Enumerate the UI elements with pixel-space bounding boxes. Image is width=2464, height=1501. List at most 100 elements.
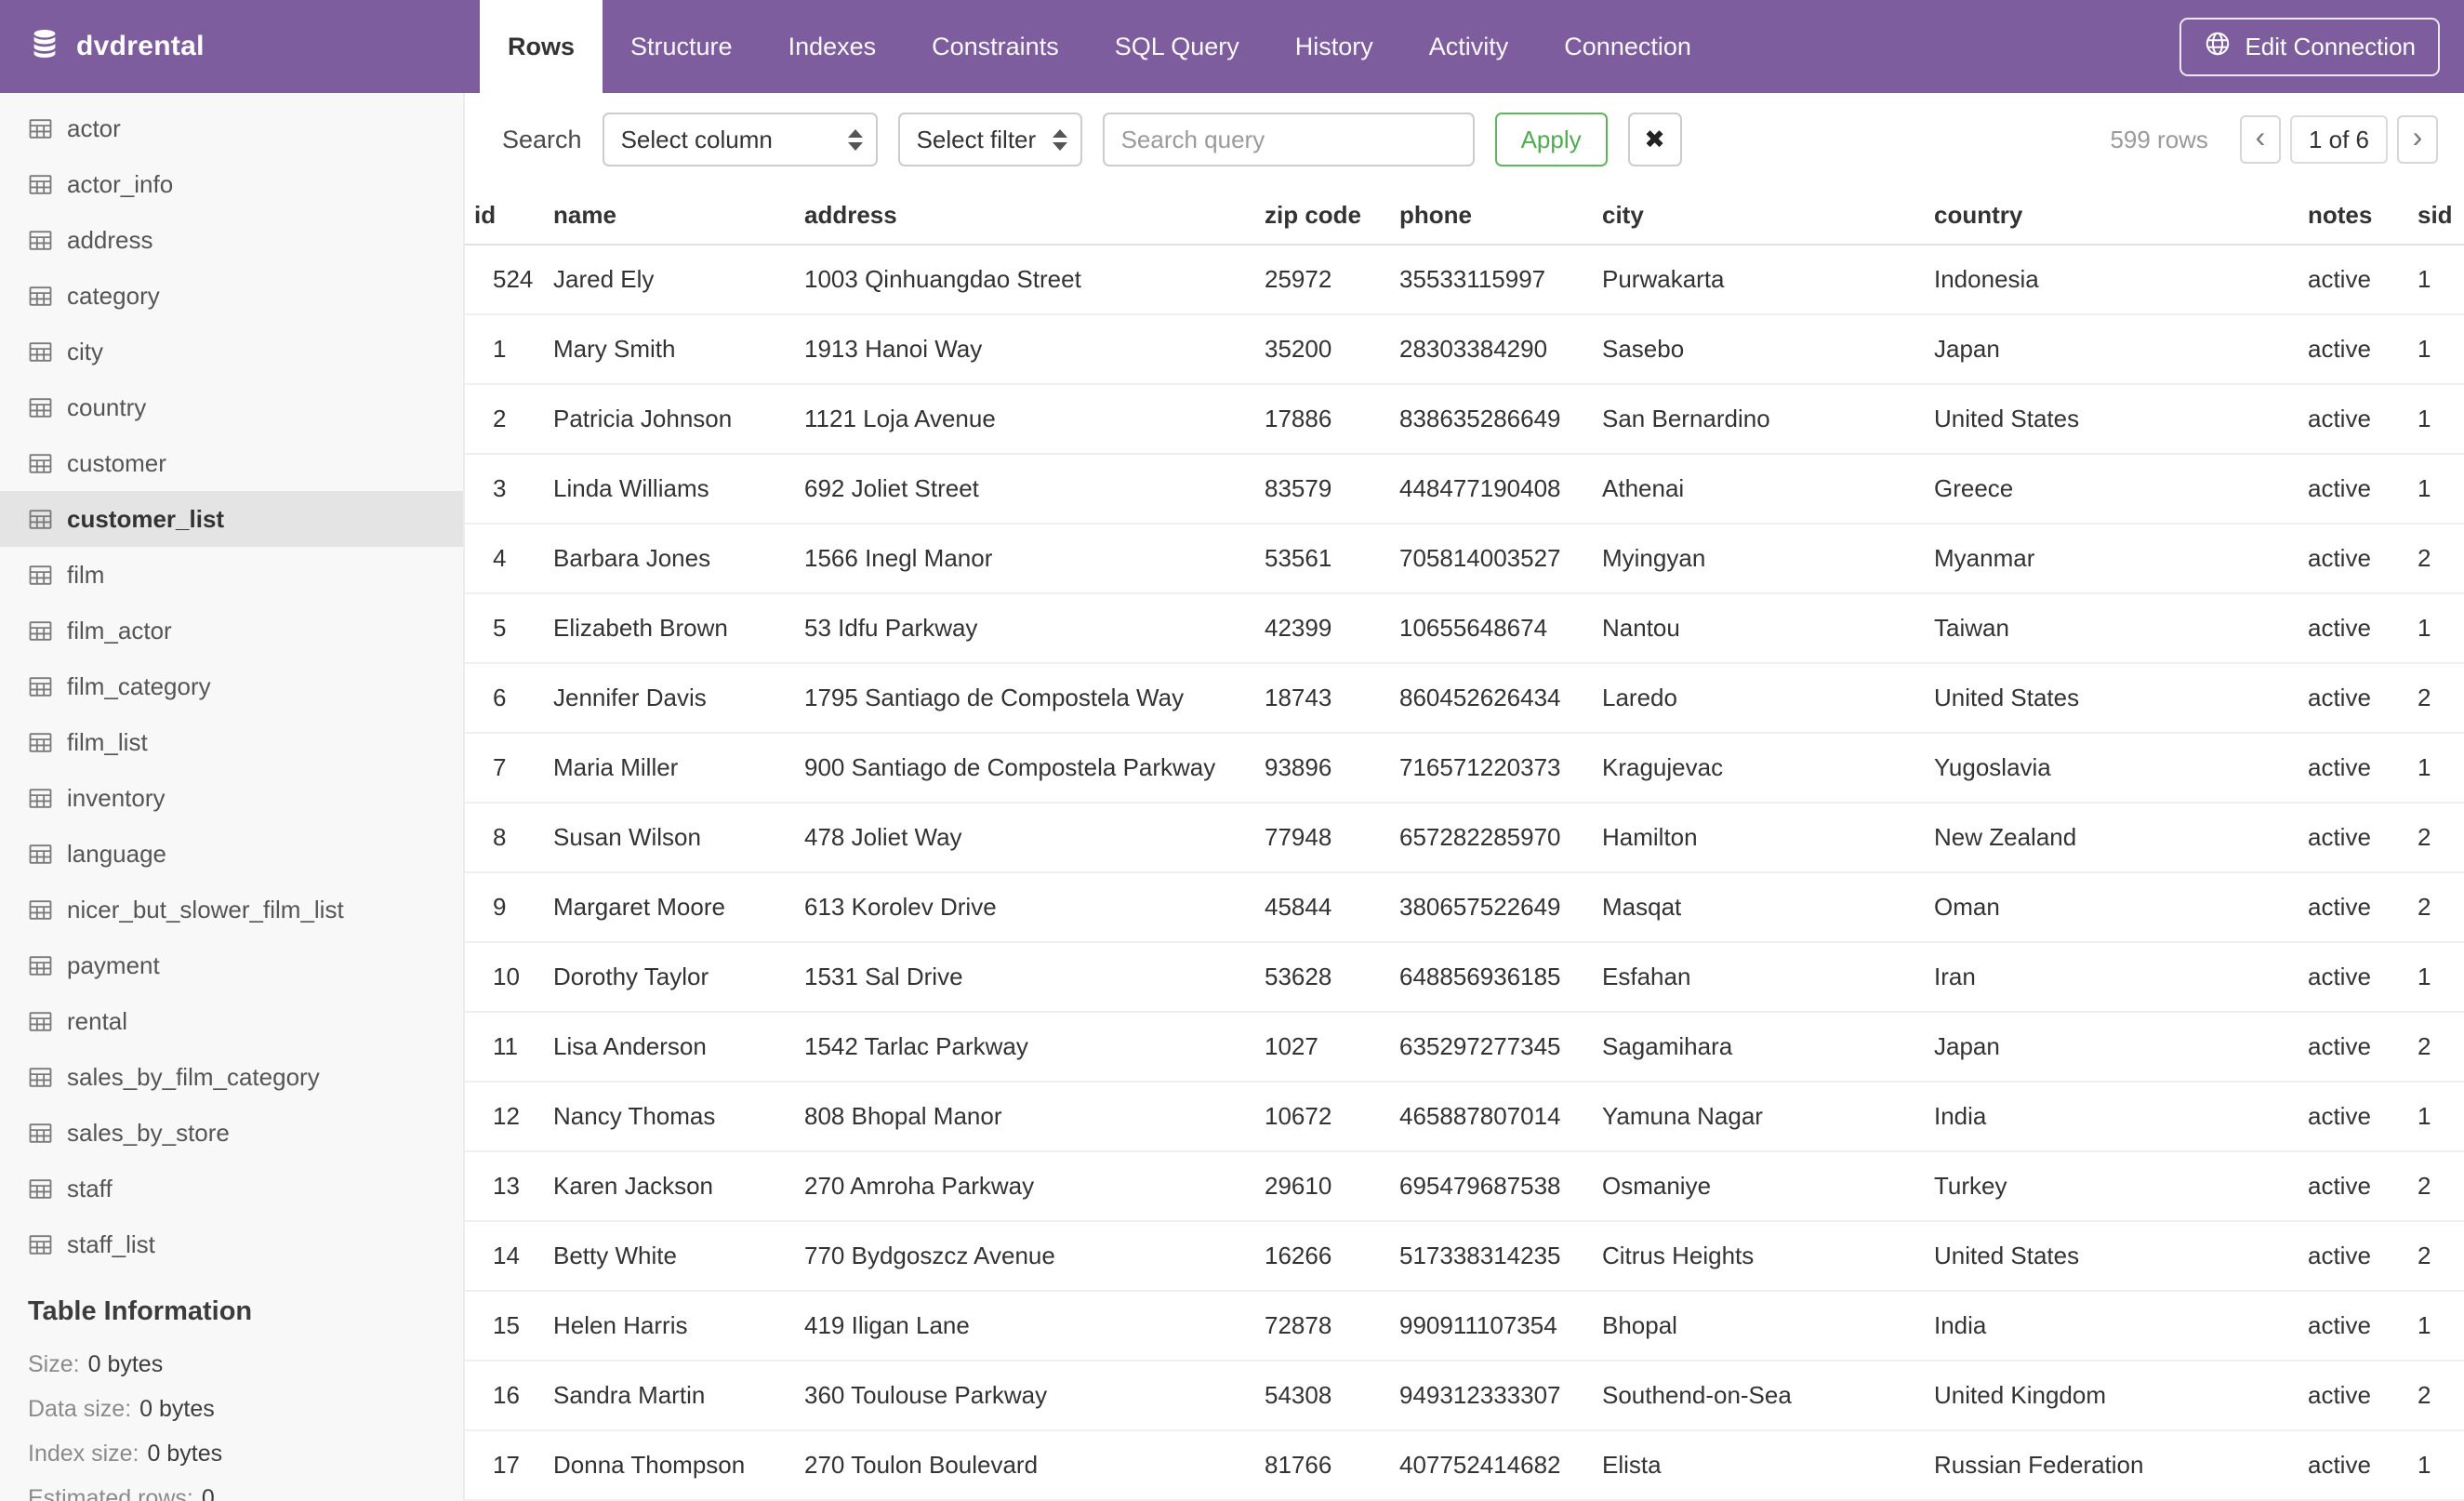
grid-row[interactable]: 2 Patricia Johnson 1121 Loja Avenue 1788… [465, 384, 2464, 455]
grid-row[interactable]: 8 Susan Wilson 478 Joliet Way 77948 6572… [465, 803, 2464, 873]
sidebar-table-item[interactable]: customer_list [0, 491, 463, 547]
sidebar-table-item[interactable]: film_actor [0, 603, 463, 658]
pagination-next-button[interactable]: › [2397, 115, 2438, 164]
grid-row[interactable]: 5 Elizabeth Brown 53 Idfu Parkway 42399 … [465, 593, 2464, 664]
table-info-stat: Estimated rows: 0 [28, 1476, 435, 1501]
nav-tabs: Rows Structure Indexes Constraints SQL Q… [465, 0, 1719, 93]
cell-id: 15 [465, 1291, 544, 1362]
column-header[interactable]: notes [2298, 186, 2408, 246]
grid-row[interactable]: 11 Lisa Anderson 1542 Tarlac Parkway 102… [465, 1012, 2464, 1083]
cell-city: Bhopal [1593, 1291, 1925, 1362]
cell-sid: 1 [2408, 1082, 2464, 1152]
cell-address: 478 Joliet Way [795, 803, 1255, 873]
cell-zip-code: 72878 [1255, 1291, 1390, 1362]
sidebar-table-item[interactable]: customer [0, 435, 463, 491]
grid-row[interactable]: 3 Linda Williams 692 Joliet Street 83579… [465, 454, 2464, 525]
cell-notes: active [2298, 593, 2408, 664]
cell-zip-code: 29610 [1255, 1151, 1390, 1222]
sidebar-table-item[interactable]: category [0, 268, 463, 324]
nav-tab[interactable]: SQL Query [1087, 0, 1267, 93]
nav-tab[interactable]: Constraints [904, 0, 1087, 93]
cell-city: Sagamihara [1593, 1012, 1925, 1083]
sidebar-table-item[interactable]: country [0, 379, 463, 435]
sidebar-table-item[interactable]: nicer_but_slower_film_list [0, 882, 463, 937]
cell-city: Kragujevac [1593, 733, 1925, 804]
cell-sid: 2 [2408, 524, 2464, 594]
sidebar-table-item[interactable]: inventory [0, 770, 463, 826]
column-header[interactable]: city [1593, 186, 1925, 246]
cell-phone: 635297277345 [1390, 1012, 1593, 1083]
grid-header-row: id name address zip code phone city coun… [465, 186, 2464, 246]
clear-search-button[interactable]: ✖ [1627, 113, 1682, 166]
grid-row[interactable]: 15 Helen Harris 419 Iligan Lane 72878 99… [465, 1291, 2464, 1362]
grid-row[interactable]: 7 Maria Miller 900 Santiago de Compostel… [465, 733, 2464, 804]
nav-tab[interactable]: History [1267, 0, 1401, 93]
sidebar-table-item[interactable]: sales_by_store [0, 1105, 463, 1161]
sidebar-table-item[interactable]: film_list [0, 714, 463, 770]
cell-name: Betty White [544, 1221, 795, 1292]
search-query-input[interactable] [1102, 113, 1475, 166]
cell-sid: 1 [2408, 454, 2464, 525]
grid-row[interactable]: 4 Barbara Jones 1566 Inegl Manor 53561 7… [465, 524, 2464, 594]
grid-row[interactable]: 13 Karen Jackson 270 Amroha Parkway 2961… [465, 1151, 2464, 1222]
sidebar-table-item[interactable]: actor [0, 100, 463, 156]
sidebar-table-item[interactable]: rental [0, 993, 463, 1049]
grid-row[interactable]: 14 Betty White 770 Bydgoszcz Avenue 1626… [465, 1221, 2464, 1292]
edit-connection-button[interactable]: Edit Connection [2179, 17, 2440, 76]
table-grid-icon [28, 116, 53, 141]
grid-row[interactable]: 10 Dorothy Taylor 1531 Sal Drive 53628 6… [465, 942, 2464, 1013]
column-header[interactable]: sid [2408, 186, 2464, 246]
grid-body: 524 Jared Ely 1003 Qinhuangdao Street 25… [465, 245, 2464, 1501]
cell-id: 13 [465, 1151, 544, 1222]
cell-notes: active [2298, 524, 2408, 594]
cell-notes: active [2298, 942, 2408, 1013]
pagination-prev-button[interactable]: ‹ [2239, 115, 2281, 164]
grid-row[interactable]: 524 Jared Ely 1003 Qinhuangdao Street 25… [465, 245, 2464, 315]
sidebar-table-item[interactable]: actor_info [0, 156, 463, 212]
column-header[interactable]: id [465, 186, 544, 246]
cell-name: Jennifer Davis [544, 663, 795, 734]
nav-tab[interactable]: Rows [480, 0, 603, 93]
sidebar-table-item[interactable]: address [0, 212, 463, 268]
filter-select-value: Select filter [916, 125, 1037, 153]
column-header[interactable]: zip code [1255, 186, 1390, 246]
sidebar-table-item[interactable]: staff [0, 1161, 463, 1216]
grid-row[interactable]: 6 Jennifer Davis 1795 Santiago de Compos… [465, 663, 2464, 734]
cell-address: 770 Bydgoszcz Avenue [795, 1221, 1255, 1292]
sidebar-table-item[interactable]: sales_by_film_category [0, 1049, 463, 1105]
stat-label: Size: [28, 1351, 80, 1377]
sidebar-table-item[interactable]: city [0, 324, 463, 379]
sidebar-table-item[interactable]: staff_list [0, 1216, 463, 1272]
nav-tab[interactable]: Activity [1401, 0, 1537, 93]
cell-notes: active [2298, 1012, 2408, 1083]
nav-tab[interactable]: Connection [1536, 0, 1719, 93]
column-header[interactable]: name [544, 186, 795, 246]
cell-city: Athenai [1593, 454, 1925, 525]
table-grid-icon [28, 284, 53, 309]
cell-sid: 1 [2408, 942, 2464, 1013]
cell-id: 1 [465, 314, 544, 385]
apply-button[interactable]: Apply [1494, 113, 1608, 166]
cell-sid: 2 [2408, 663, 2464, 734]
table-info-stat: Index size: 0 bytes [28, 1431, 435, 1476]
grid-row[interactable]: 12 Nancy Thomas 808 Bhopal Manor 10672 4… [465, 1082, 2464, 1152]
cell-name: Margaret Moore [544, 872, 795, 943]
filter-select[interactable]: Select filter [897, 113, 1082, 166]
nav-tab[interactable]: Indexes [761, 0, 905, 93]
cell-name: Mary Smith [544, 314, 795, 385]
grid-row[interactable]: 17 Donna Thompson 270 Toulon Boulevard 8… [465, 1430, 2464, 1501]
grid-row[interactable]: 9 Margaret Moore 613 Korolev Drive 45844… [465, 872, 2464, 943]
column-header[interactable]: phone [1390, 186, 1593, 246]
column-header[interactable]: country [1925, 186, 2298, 246]
grid-row[interactable]: 1 Mary Smith 1913 Hanoi Way 35200 283033… [465, 314, 2464, 385]
sidebar-table-item[interactable]: payment [0, 937, 463, 993]
cell-zip-code: 93896 [1255, 733, 1390, 804]
column-header[interactable]: address [795, 186, 1255, 246]
sidebar-table-item[interactable]: language [0, 826, 463, 882]
nav-tab[interactable]: Structure [603, 0, 761, 93]
grid-row[interactable]: 16 Sandra Martin 360 Toulouse Parkway 54… [465, 1361, 2464, 1431]
sidebar-table-item[interactable]: film [0, 547, 463, 603]
sidebar-table-item[interactable]: film_category [0, 658, 463, 714]
column-select[interactable]: Select column [602, 113, 878, 166]
table-grid-icon [28, 1065, 53, 1090]
